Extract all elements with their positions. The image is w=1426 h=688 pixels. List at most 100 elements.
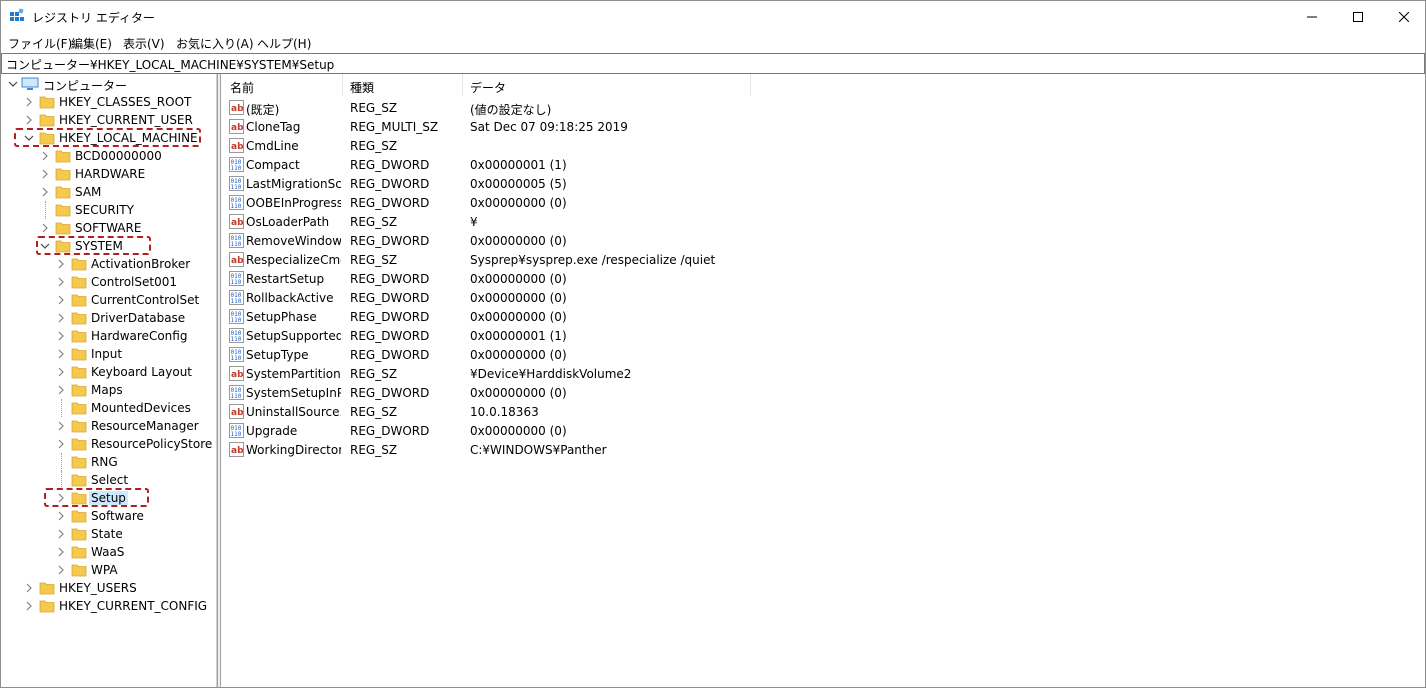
tree-item[interactable]: Maps	[3, 381, 216, 399]
tree-item[interactable]: ActivationBroker	[3, 255, 216, 273]
chevron-right-icon[interactable]	[55, 510, 67, 522]
tree-item-label: RNG	[91, 455, 118, 469]
value-row[interactable]: 010 110 RollbackActive REG_DWORD 0x00000000 …	[222, 288, 1422, 307]
chevron-right-icon[interactable]	[55, 294, 67, 306]
value-row[interactable]: 010 110 Compact REG_DWORD 0x00000001 (1)	[222, 155, 1422, 174]
list-header: 名前 種類 データ	[222, 74, 1422, 96]
value-row[interactable]: 010110RemoveWindow... REG_DWORD 0x00000000…	[222, 231, 1422, 250]
tree-item[interactable]: HKEY_CURRENT_CONFIG	[3, 597, 216, 615]
tree-item[interactable]: HKEY_USERS	[3, 579, 216, 597]
svg-text:110: 110	[231, 165, 242, 172]
svg-text:110: 110	[231, 393, 242, 400]
header-data[interactable]: データ	[470, 79, 506, 96]
value-row[interactable]: abRespecializeCmd... REG_SZ Sysprep¥syspre…	[222, 250, 1422, 269]
value-row[interactable]: 010 110 SetupSupported REG_DWORD 0x00000001 …	[222, 326, 1422, 345]
value-row[interactable]: ab CloneTag REG_MULTI_SZ Sat Dec 07 09:18:2…	[222, 117, 1422, 136]
value-row[interactable]: 010 110 RestartSetup REG_DWORD 0x00000000 (0…	[222, 269, 1422, 288]
tree-item[interactable]: ResourcePolicyStore	[3, 435, 216, 453]
chevron-right-icon[interactable]	[55, 384, 67, 396]
tree-item[interactable]: BCD00000000	[3, 147, 216, 165]
close-button[interactable]	[1381, 1, 1426, 32]
chevron-right-icon[interactable]	[55, 258, 67, 270]
chevron-right-icon[interactable]	[23, 96, 35, 108]
value-row[interactable]: ab SystemPartition REG_SZ ¥Device¥HarddiskV…	[222, 364, 1422, 383]
chevron-right-icon[interactable]	[39, 186, 51, 198]
chevron-right-icon[interactable]	[55, 366, 67, 378]
minimize-button[interactable]	[1289, 1, 1335, 32]
menu-favorites[interactable]: お気に入り(A)	[176, 35, 254, 52]
tree-item[interactable]: SECURITY	[3, 201, 216, 219]
value-row[interactable]: ab UninstallSource... REG_SZ 10.0.18363	[222, 402, 1422, 421]
tree-item[interactable]: MountedDevices	[3, 399, 216, 417]
tree-item[interactable]: WaaS	[3, 543, 216, 561]
chevron-right-icon[interactable]	[39, 222, 51, 234]
tree-item[interactable]: HARDWARE	[3, 165, 216, 183]
registry-editor-icon	[10, 8, 24, 21]
chevron-right-icon[interactable]	[55, 348, 67, 360]
tree-line	[61, 471, 62, 489]
maximize-button[interactable]	[1335, 1, 1381, 32]
value-row[interactable]: 010110LastMigrationSc... REG_DWORD 0x00000…	[222, 174, 1422, 193]
value-row[interactable]: ab CmdLine REG_SZ	[222, 136, 1422, 155]
address-bar[interactable]: コンピューター¥HKEY_LOCAL_MACHINE¥SYSTEM¥Setup	[1, 53, 1425, 74]
tree-item-label: State	[91, 527, 123, 541]
pane-splitter[interactable]	[217, 74, 221, 687]
value-row[interactable]: ab OsLoaderPath REG_SZ ¥	[222, 212, 1422, 231]
value-type: REG_SZ	[350, 139, 398, 153]
value-row[interactable]: 010 110 SetupType REG_DWORD 0x00000000 (0)	[222, 345, 1422, 364]
menu-help[interactable]: ヘルプ(H)	[257, 35, 311, 52]
tree-item[interactable]: HKEY_CLASSES_ROOT	[3, 93, 216, 111]
chevron-right-icon[interactable]	[55, 330, 67, 342]
tree-item[interactable]: SAM	[3, 183, 216, 201]
header-name[interactable]: 名前	[230, 79, 254, 96]
tree-item[interactable]: Keyboard Layout	[3, 363, 216, 381]
chevron-right-icon[interactable]	[55, 438, 67, 450]
tree-item[interactable]: HardwareConfig	[3, 327, 216, 345]
tree-item[interactable]: HKEY_CURRENT_USER	[3, 111, 216, 129]
svg-text:ab: ab	[231, 123, 244, 133]
header-type[interactable]: 種類	[350, 79, 374, 96]
value-row[interactable]: ab (既定) REG_SZ (値の設定なし)	[222, 98, 1422, 117]
value-row[interactable]: ab WorkingDirectory REG_SZ C:¥WINDOWS¥Panth…	[222, 440, 1422, 459]
chevron-right-icon[interactable]	[39, 150, 51, 162]
menu-view[interactable]: 表示(V)	[123, 35, 165, 52]
chevron-right-icon[interactable]	[55, 312, 67, 324]
chevron-right-icon[interactable]	[55, 276, 67, 288]
tree-item[interactable]: State	[3, 525, 216, 543]
chevron-right-icon[interactable]	[39, 168, 51, 180]
value-name: SetupSupported	[246, 329, 341, 343]
header-divider[interactable]	[342, 74, 343, 96]
tree-item[interactable]: WPA	[3, 561, 216, 579]
menu-file[interactable]: ファイル(F)	[8, 35, 72, 52]
tree-item-label: ResourcePolicyStore	[91, 437, 213, 451]
tree-item[interactable]: DriverDatabase	[3, 309, 216, 327]
chevron-right-icon[interactable]	[55, 564, 67, 576]
tree-item[interactable]: ControlSet001	[3, 273, 216, 291]
menu-edit[interactable]: 編集(E)	[71, 35, 112, 52]
chevron-right-icon[interactable]	[55, 420, 67, 432]
header-divider[interactable]	[462, 74, 463, 96]
title-bar[interactable]: レジストリ エディター	[1, 1, 1425, 32]
value-data: 0x00000000 (0)	[470, 424, 567, 438]
value-row[interactable]: 010 110 SetupPhase REG_DWORD 0x00000000 (0)	[222, 307, 1422, 326]
tree-item[interactable]: Input	[3, 345, 216, 363]
value-row[interactable]: 010110SystemSetupInP... REG_DWORD 0x000000…	[222, 383, 1422, 402]
chevron-right-icon[interactable]	[23, 582, 35, 594]
value-row[interactable]: 010 110 Upgrade REG_DWORD 0x00000000 (0)	[222, 421, 1422, 440]
chevron-right-icon[interactable]	[55, 546, 67, 558]
tree-item[interactable]: Select	[3, 471, 216, 489]
tree-item[interactable]: ResourceManager	[3, 417, 216, 435]
chevron-right-icon[interactable]	[23, 600, 35, 612]
tree-root[interactable]: コンピューター	[3, 75, 216, 93]
header-divider[interactable]	[750, 74, 751, 96]
chevron-right-icon[interactable]	[55, 528, 67, 540]
tree-item[interactable]: CurrentControlSet	[3, 291, 216, 309]
chevron-right-icon[interactable]	[23, 114, 35, 126]
tree-item[interactable]: Software	[3, 507, 216, 525]
tree-item[interactable]: RNG	[3, 453, 216, 471]
value-row[interactable]: 010 110 OOBEInProgress REG_DWORD 0x00000000 …	[222, 193, 1422, 212]
folder-icon	[55, 222, 71, 235]
tree-item[interactable]: SOFTWARE	[3, 219, 216, 237]
value-type: REG_SZ	[350, 101, 398, 115]
chevron-down-icon[interactable]	[7, 78, 19, 90]
